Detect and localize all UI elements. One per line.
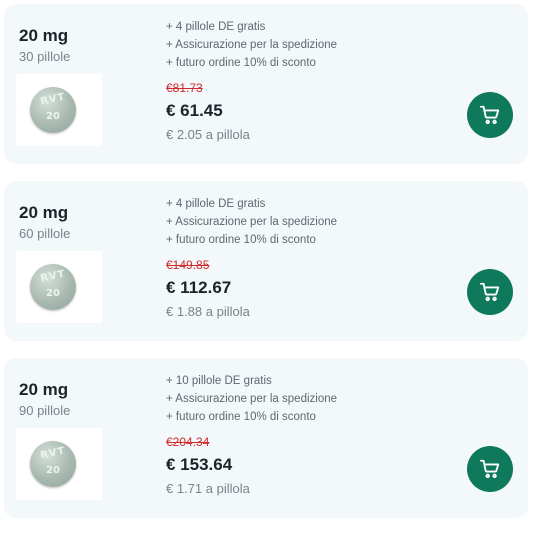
offer-card: 20 mg 60 pillole RVT 20 + 4 pillole DE g… [4, 181, 528, 341]
old-price: €204.34 [166, 435, 210, 449]
pill-imprint-bottom: 20 [46, 111, 60, 122]
price: € 61.45 [166, 101, 223, 120]
pill-imprint-top: RVT [39, 445, 67, 462]
pill-count: 90 pillole [19, 403, 71, 418]
pill-count: 60 pillole [19, 226, 71, 241]
cart-icon [479, 458, 501, 480]
pill-count: 30 pillole [19, 49, 71, 64]
perk-shipping-insurance: + Assicurazione per la spedizione [166, 216, 338, 228]
price-per-pill: € 2.05 a pillola [166, 127, 250, 142]
dose-label: 20 mg [19, 26, 69, 45]
old-price: €81.73 [166, 81, 203, 95]
cart-icon [479, 104, 501, 126]
add-to-cart-button[interactable] [467, 92, 513, 138]
perk-shipping-insurance: + Assicurazione per la spedizione [166, 393, 338, 405]
dose-label: 20 mg [19, 203, 69, 222]
perk-discount: + futuro ordine 10% di sconto [166, 234, 316, 246]
perk-free-pills: + 4 pillole DE gratis [166, 21, 266, 33]
perk-discount: + futuro ordine 10% di sconto [166, 57, 316, 69]
pill-image: RVT 20 [30, 264, 76, 310]
price: € 153.64 [166, 455, 233, 474]
offer-card: 20 mg 90 pillole RVT 20 + 10 pillole DE … [4, 358, 528, 518]
add-to-cart-button[interactable] [467, 269, 513, 315]
pill-image: RVT 20 [30, 441, 76, 487]
product-image: RVT 20 [16, 251, 102, 323]
pill-imprint-top: RVT [39, 268, 67, 285]
price: € 112.67 [166, 278, 232, 297]
perk-free-pills: + 10 pillole DE gratis [166, 375, 272, 387]
price-per-pill: € 1.71 a pillola [166, 481, 250, 496]
pill-imprint-bottom: 20 [46, 288, 60, 299]
dose-label: 20 mg [19, 380, 69, 399]
perk-shipping-insurance: + Assicurazione per la spedizione [166, 39, 338, 51]
product-image: RVT 20 [16, 74, 102, 146]
pill-imprint-top: RVT [39, 91, 67, 108]
product-image: RVT 20 [16, 428, 102, 500]
pill-image: RVT 20 [30, 87, 76, 133]
offer-list: 20 mg 30 pillole RVT 20 + 4 pillole DE g… [0, 0, 534, 533]
offer-card: 20 mg 30 pillole RVT 20 + 4 pillole DE g… [4, 4, 528, 164]
perk-discount: + futuro ordine 10% di sconto [166, 411, 316, 423]
perk-free-pills: + 4 pillole DE gratis [166, 198, 266, 210]
add-to-cart-button[interactable] [467, 446, 513, 492]
cart-icon [479, 281, 501, 303]
price-per-pill: € 1.88 a pillola [166, 304, 250, 319]
old-price: €149.85 [166, 258, 210, 272]
pill-imprint-bottom: 20 [46, 465, 60, 476]
